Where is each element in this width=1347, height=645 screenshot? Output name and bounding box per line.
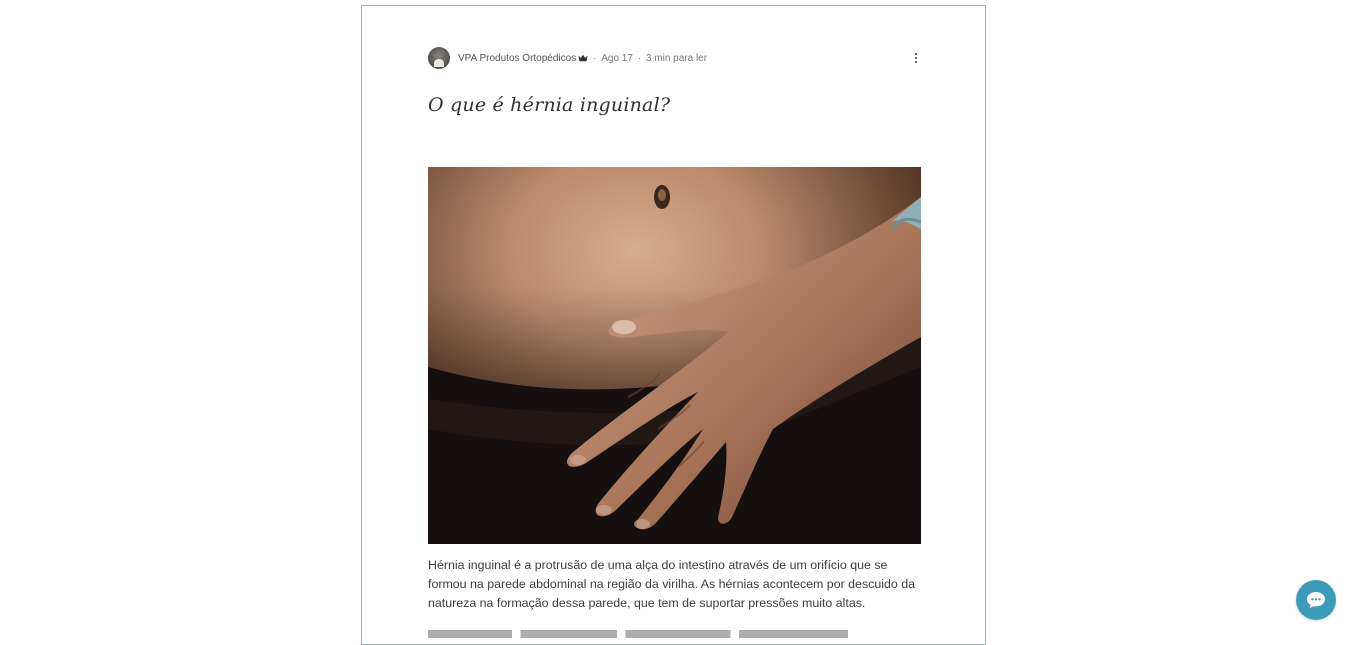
- blog-post-card: VPA Produtos Ortopédicos · Ago 17 · 3 mi…: [361, 5, 986, 645]
- author-name[interactable]: VPA Produtos Ortopédicos: [458, 53, 576, 64]
- post-date: Ago 17: [601, 52, 633, 64]
- chat-bubble-icon: [1307, 592, 1325, 608]
- more-vertical-icon[interactable]: [910, 50, 922, 66]
- author-avatar[interactable]: [428, 47, 450, 69]
- meta-separator: ·: [593, 53, 597, 63]
- cropped-text-line: [428, 630, 848, 638]
- crown-icon: [578, 54, 588, 62]
- read-time: 3 min para ler: [645, 52, 708, 64]
- chat-button[interactable]: [1296, 580, 1336, 620]
- post-hero-image[interactable]: [428, 167, 921, 544]
- post-body-continuation: [428, 626, 923, 638]
- meta-separator: ·: [637, 53, 641, 63]
- abdomen-photo: [428, 167, 921, 544]
- post-header: VPA Produtos Ortopédicos · Ago 17 · 3 mi…: [428, 46, 922, 70]
- post-title: O que é hérnia inguinal?: [428, 94, 671, 116]
- post-body-paragraph: Hérnia inguinal é a protrusão de uma alç…: [428, 558, 915, 610]
